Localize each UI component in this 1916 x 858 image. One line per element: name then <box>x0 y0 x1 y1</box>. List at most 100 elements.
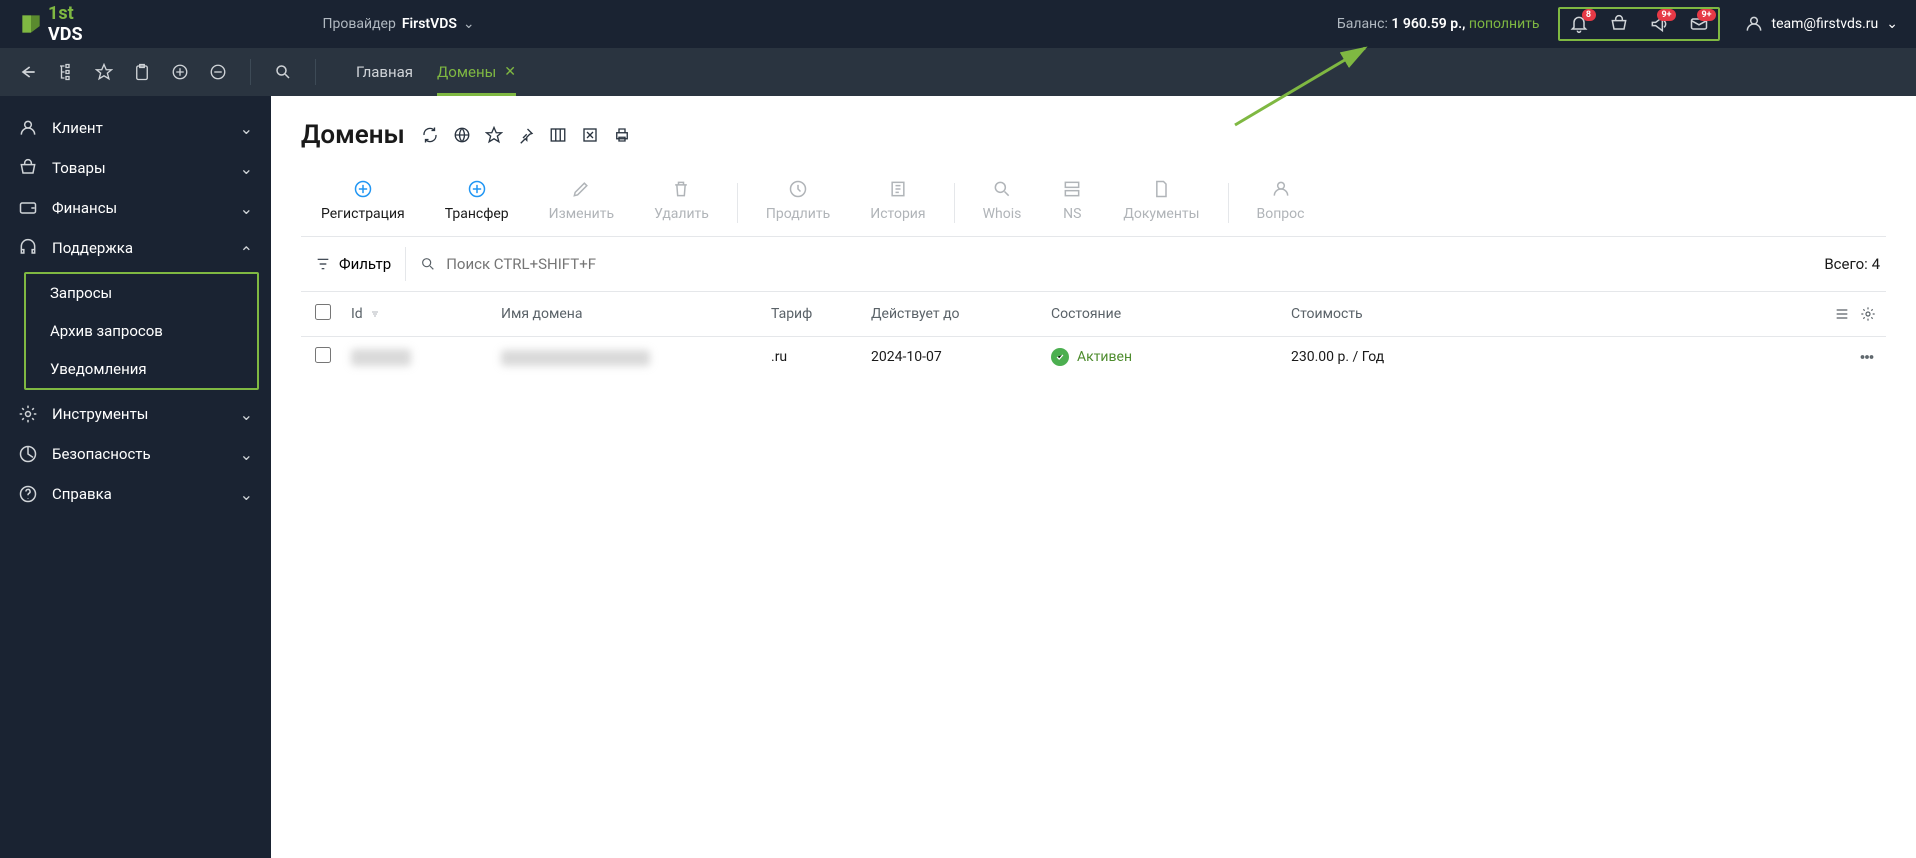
main-header: 1stVDS Провайдер FirstVDS ⌄ Баланс: 1 96… <box>0 0 1916 48</box>
globe-icon[interactable] <box>453 126 471 144</box>
tab-domains[interactable]: Домены ✕ <box>437 48 516 96</box>
gear-icon[interactable] <box>1860 306 1876 322</box>
megaphone-icon[interactable]: 9+ <box>1648 13 1670 35</box>
back-icon[interactable] <box>18 62 38 82</box>
gear-icon <box>18 404 38 424</box>
filter-button[interactable]: Фильтр <box>301 247 406 281</box>
sidebar-subitem-notifications[interactable]: Уведомления <box>26 350 257 388</box>
search-input[interactable] <box>446 255 646 273</box>
sidebar-item-finance[interactable]: Финансы <box>0 188 271 228</box>
sidebar-item-label: Безопасность <box>52 445 151 463</box>
provider-label: Провайдер <box>323 16 396 32</box>
action-whois[interactable]: Whois <box>963 170 1042 236</box>
sidebar-subitem-requests[interactable]: Запросы <box>26 274 257 312</box>
action-documents[interactable]: Документы <box>1103 170 1219 236</box>
user-icon <box>18 118 38 138</box>
action-renew[interactable]: Продлить <box>746 170 850 236</box>
bell-badge: 8 <box>1582 9 1596 21</box>
tabs: Главная Домены ✕ <box>356 48 516 96</box>
user-email: team@firstvds.ru <box>1772 16 1879 32</box>
plus-circle-icon[interactable] <box>170 62 190 82</box>
sidebar-item-client[interactable]: Клиент <box>0 108 271 148</box>
wallet-icon <box>18 198 38 218</box>
logo[interactable]: 1stVDS <box>18 3 83 45</box>
divider <box>1228 183 1229 223</box>
action-edit[interactable]: Изменить <box>529 170 634 236</box>
sidebar-submenu-support: Запросы Архив запросов Уведомления <box>24 272 259 390</box>
divider <box>315 59 316 85</box>
close-icon[interactable]: ✕ <box>504 64 516 80</box>
column-cost[interactable]: Стоимость <box>1291 306 1471 322</box>
cell-domain: ███████████████ <box>501 350 650 366</box>
star-icon[interactable] <box>94 62 114 82</box>
search-icon[interactable] <box>273 62 293 82</box>
action-label: Документы <box>1123 206 1199 222</box>
refresh-icon[interactable] <box>421 126 439 144</box>
sidebar-item-label: Инструменты <box>52 405 148 423</box>
action-register[interactable]: Регистрация <box>301 170 425 236</box>
secondary-toolbar: Главная Домены ✕ <box>0 48 1916 96</box>
mail-badge: 9+ <box>1697 9 1715 21</box>
page-title: Домены <box>301 120 405 150</box>
sidebar-item-tools[interactable]: Инструменты <box>0 394 271 434</box>
row-checkbox[interactable] <box>315 347 331 363</box>
cell-id: ██████ <box>351 349 411 366</box>
cart-icon[interactable] <box>1608 13 1630 35</box>
sidebar-item-security[interactable]: Безопасность <box>0 434 271 474</box>
filter-row: Фильтр Всего: 4 <box>301 237 1886 292</box>
column-tariff[interactable]: Тариф <box>771 306 871 322</box>
chevron-down-icon: ⌄ <box>463 16 475 32</box>
bell-icon[interactable]: 8 <box>1568 13 1590 35</box>
clipboard-icon[interactable] <box>132 62 152 82</box>
star-icon[interactable] <box>485 126 503 144</box>
sidebar-item-help[interactable]: Справка <box>0 474 271 514</box>
action-history[interactable]: История <box>850 170 945 236</box>
select-all-checkbox[interactable] <box>315 304 331 320</box>
chevron-down-icon <box>240 199 253 218</box>
export-icon[interactable] <box>581 126 599 144</box>
action-toolbar: Регистрация Трансфер Изменить Удалить Пр… <box>301 170 1886 237</box>
column-id[interactable]: Id <box>351 306 501 322</box>
tree-icon[interactable] <box>56 62 76 82</box>
column-status[interactable]: Состояние <box>1051 306 1291 322</box>
sidebar-item-products[interactable]: Товары <box>0 148 271 188</box>
action-label: Удалить <box>654 206 709 222</box>
logo-icon <box>18 11 44 37</box>
action-ns[interactable]: NS <box>1041 170 1103 236</box>
minus-circle-icon[interactable] <box>208 62 228 82</box>
help-icon <box>18 484 38 504</box>
content-area: Домены Регистрация Трансфер <box>271 96 1916 858</box>
sort-icon <box>369 308 381 320</box>
table-header: Id Имя домена Тариф Действует до Состоян… <box>301 292 1886 337</box>
divider <box>954 183 955 223</box>
chevron-down-icon <box>240 485 253 504</box>
chevron-down-icon <box>240 159 253 178</box>
action-label: История <box>870 206 925 222</box>
sidebar-item-support[interactable]: Поддержка <box>0 228 271 268</box>
sidebar-subitem-archive[interactable]: Архив запросов <box>26 312 257 350</box>
action-question[interactable]: Вопрос <box>1237 170 1325 236</box>
cell-expires: 2024-10-07 <box>871 349 942 365</box>
more-icon[interactable] <box>1858 348 1876 366</box>
table-row[interactable]: ██████ ███████████████ .ru 2024-10-07 Ак… <box>301 337 1886 377</box>
sidebar-item-label: Справка <box>52 485 112 503</box>
sidebar-item-label: Финансы <box>52 199 117 217</box>
megaphone-badge: 9+ <box>1657 9 1675 21</box>
columns-icon[interactable] <box>549 126 567 144</box>
print-icon[interactable] <box>613 126 631 144</box>
provider-selector[interactable]: Провайдер FirstVDS ⌄ <box>323 16 475 32</box>
mail-icon[interactable]: 9+ <box>1688 13 1710 35</box>
action-transfer[interactable]: Трансфер <box>425 170 529 236</box>
topup-link[interactable]: пополнить <box>1469 16 1540 32</box>
column-expires[interactable]: Действует до <box>871 306 1051 322</box>
pin-icon[interactable] <box>517 126 535 144</box>
menu-icon[interactable] <box>1834 306 1850 322</box>
tab-main[interactable]: Главная <box>356 48 413 96</box>
column-domain[interactable]: Имя домена <box>501 306 771 322</box>
filter-label: Фильтр <box>339 255 391 273</box>
sidebar: Клиент Товары Финансы Поддержка Запросы … <box>0 96 271 858</box>
provider-name: FirstVDS <box>402 16 457 32</box>
user-menu[interactable]: team@firstvds.ru ⌄ <box>1744 14 1898 34</box>
chevron-down-icon <box>240 405 253 424</box>
action-delete[interactable]: Удалить <box>634 170 729 236</box>
